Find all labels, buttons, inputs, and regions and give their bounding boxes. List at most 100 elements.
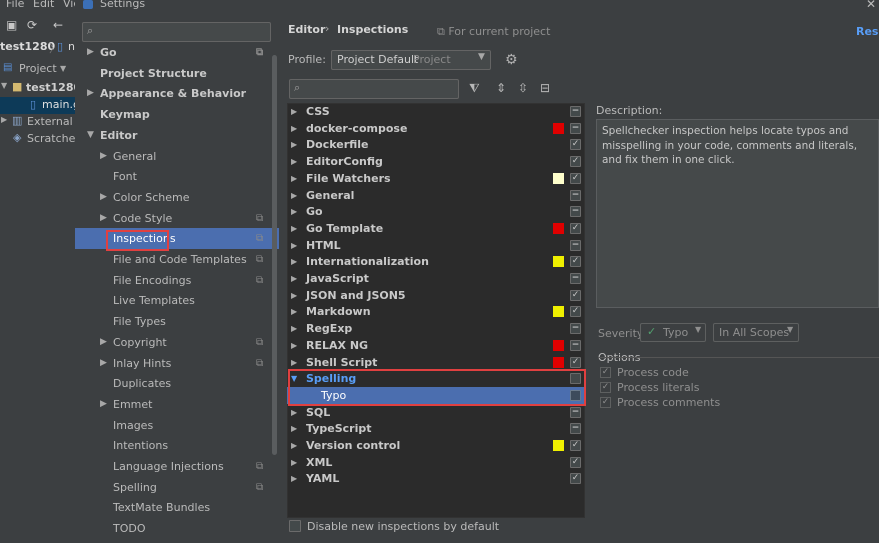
inspection-checkbox[interactable]: ✓ bbox=[570, 156, 581, 167]
inspection-css[interactable]: ▶ CSS − bbox=[287, 103, 585, 120]
settings-item-project-structure[interactable]: Project Structure bbox=[75, 63, 279, 84]
tree-item-project[interactable]: ▼ ■ test1280 bbox=[0, 80, 75, 97]
chevron-right-icon[interactable]: ▶ bbox=[291, 170, 297, 187]
inspection-internationalization[interactable]: ▶ Internationalization ✓ bbox=[287, 253, 585, 270]
inspection-typescript[interactable]: ▶ TypeScript − bbox=[287, 420, 585, 437]
settings-item-editor[interactable]: ▼ Editor bbox=[75, 125, 279, 146]
tree-item-external-libraries[interactable]: ▶ ▥ External L bbox=[0, 114, 75, 131]
chevron-right-icon[interactable]: ▶ bbox=[100, 394, 107, 415]
chevron-right-icon[interactable]: ▶ bbox=[100, 353, 107, 374]
option-checkbox[interactable]: ✓ bbox=[600, 382, 611, 393]
inspection-relax-ng[interactable]: ▶ RELAX NG − bbox=[287, 337, 585, 354]
chevron-right-icon[interactable]: ▶ bbox=[291, 270, 297, 287]
settings-item-intentions[interactable]: Intentions bbox=[75, 435, 279, 456]
sync-icon[interactable]: ⟳ bbox=[27, 18, 37, 32]
filter-icon[interactable]: ⧨ bbox=[469, 81, 480, 96]
tree-item-main-go[interactable]: ▯ main.g bbox=[0, 97, 75, 114]
chevron-right-icon[interactable]: ▶ bbox=[100, 146, 107, 167]
chevron-right-icon[interactable]: ▶ bbox=[291, 103, 297, 120]
expand-all-icon[interactable]: ⇕ bbox=[496, 81, 506, 95]
chevron-right-icon[interactable]: ▶ bbox=[291, 420, 297, 437]
reset-link[interactable]: Rese bbox=[856, 25, 879, 38]
inspection-checkbox[interactable]: ✓ bbox=[570, 457, 581, 468]
settings-item-color-scheme[interactable]: ▶ Color Scheme bbox=[75, 187, 279, 208]
settings-item-images[interactable]: Images bbox=[75, 415, 279, 436]
chevron-right-icon[interactable]: ▶ bbox=[291, 153, 297, 170]
settings-item-code-style[interactable]: ▶ Code Style ⧉ bbox=[75, 208, 279, 229]
inspection-editorconfig[interactable]: ▶ EditorConfig ✓ bbox=[287, 153, 585, 170]
menu-file[interactable]: File bbox=[6, 0, 24, 10]
inspection-checkbox[interactable]: − bbox=[570, 240, 581, 251]
inspection-file-watchers[interactable]: ▶ File Watchers ✓ bbox=[287, 170, 585, 187]
chevron-right-icon[interactable]: ▶ bbox=[291, 303, 297, 320]
settings-tree-scrollbar[interactable] bbox=[272, 55, 277, 455]
chevron-right-icon[interactable]: ▶ bbox=[291, 337, 297, 354]
chevron-right-icon[interactable]: ▶ bbox=[291, 237, 297, 254]
option-checkbox[interactable]: ✓ bbox=[600, 367, 611, 378]
chevron-right-icon[interactable]: ▶ bbox=[291, 220, 297, 237]
settings-item-emmet[interactable]: ▶ Emmet bbox=[75, 394, 279, 415]
project-tool-header[interactable]: ▤ Project ▼ bbox=[0, 61, 75, 78]
settings-item-font[interactable]: Font bbox=[75, 166, 279, 187]
chevron-right-icon[interactable]: ▶ bbox=[291, 203, 297, 220]
inspection-checkbox[interactable]: ✓ bbox=[570, 223, 581, 234]
chevron-right-icon[interactable]: ▶ bbox=[100, 208, 107, 229]
menu-view[interactable]: Vie bbox=[63, 0, 75, 10]
reset-to-empty-icon[interactable]: ⊟ bbox=[540, 81, 550, 95]
chevron-right-icon[interactable]: ▶ bbox=[291, 320, 297, 337]
inspection-checkbox[interactable]: ✓ bbox=[570, 357, 581, 368]
inspection-regexp[interactable]: ▶ RegExp − bbox=[287, 320, 585, 337]
breadcrumb-project[interactable]: test1280 bbox=[0, 40, 55, 53]
inspection-checkbox[interactable]: − bbox=[570, 423, 581, 434]
inspection-checkbox[interactable]: − bbox=[570, 273, 581, 284]
tree-item-scratches[interactable]: ◈ Scratches bbox=[0, 131, 75, 148]
back-icon[interactable]: ← bbox=[53, 18, 63, 32]
menu-edit[interactable]: Edit bbox=[33, 0, 54, 10]
chevron-right-icon[interactable]: ▶ bbox=[291, 253, 297, 270]
inspection-json-and-json5[interactable]: ▶ JSON and JSON5 ✓ bbox=[287, 287, 585, 304]
settings-item-todo[interactable]: TODO bbox=[75, 518, 279, 539]
inspection-checkbox[interactable]: ✓ bbox=[570, 139, 581, 150]
disable-new-inspections-checkbox[interactable] bbox=[289, 520, 301, 532]
chevron-right-icon[interactable]: ▶ bbox=[291, 287, 297, 304]
settings-search-input[interactable]: ⌕ bbox=[82, 22, 271, 42]
inspection-go-template[interactable]: ▶ Go Template ✓ bbox=[287, 220, 585, 237]
profile-select[interactable]: Project Default Project ▼ bbox=[331, 50, 491, 70]
inspection-javascript[interactable]: ▶ JavaScript − bbox=[287, 270, 585, 287]
inspection-checkbox[interactable]: ✓ bbox=[570, 440, 581, 451]
settings-item-copyright[interactable]: ▶ Copyright ⧉ bbox=[75, 332, 279, 353]
collapse-all-icon[interactable]: ⇳ bbox=[518, 81, 528, 95]
inspection-checkbox[interactable]: ✓ bbox=[570, 306, 581, 317]
settings-item-appearance-behavior[interactable]: ▶ Appearance & Behavior bbox=[75, 83, 279, 104]
inspections-search-input[interactable]: ⌕ bbox=[289, 79, 459, 99]
chevron-right-icon[interactable]: ▶ bbox=[87, 83, 94, 104]
inspection-sql[interactable]: ▶ SQL − bbox=[287, 404, 585, 421]
settings-item-general[interactable]: ▶ General bbox=[75, 146, 279, 167]
settings-item-keymap[interactable]: Keymap bbox=[75, 104, 279, 125]
severity-select[interactable]: ✓ Typo ▼ bbox=[640, 323, 706, 342]
settings-item-spelling[interactable]: Spelling ⧉ bbox=[75, 477, 279, 498]
chevron-right-icon[interactable]: ▶ bbox=[291, 187, 297, 204]
inspection-dockerfile[interactable]: ▶ Dockerfile ✓ bbox=[287, 136, 585, 153]
chevron-right-icon[interactable]: ▶ bbox=[291, 404, 297, 421]
inspection-checkbox[interactable]: − bbox=[570, 340, 581, 351]
settings-item-inlay-hints[interactable]: ▶ Inlay Hints ⧉ bbox=[75, 353, 279, 374]
inspection-version-control[interactable]: ▶ Version control ✓ bbox=[287, 437, 585, 454]
chevron-right-icon[interactable]: ▶ bbox=[100, 332, 107, 353]
gear-icon[interactable]: ⚙ bbox=[505, 52, 518, 68]
inspection-checkbox[interactable]: ✓ bbox=[570, 173, 581, 184]
breadcrumb-file[interactable]: n bbox=[68, 40, 75, 53]
inspection-xml[interactable]: ▶ XML ✓ bbox=[287, 454, 585, 471]
option-checkbox[interactable]: ✓ bbox=[600, 397, 611, 408]
settings-item-live-templates[interactable]: Live Templates bbox=[75, 290, 279, 311]
settings-item-language-injections[interactable]: Language Injections ⧉ bbox=[75, 456, 279, 477]
settings-item-file-and-code-templates[interactable]: File and Code Templates ⧉ bbox=[75, 249, 279, 270]
settings-item-textmate-bundles[interactable]: TextMate Bundles bbox=[75, 497, 279, 518]
inspection-yaml[interactable]: ▶ YAML ✓ bbox=[287, 470, 585, 487]
inspection-markdown[interactable]: ▶ Markdown ✓ bbox=[287, 303, 585, 320]
settings-item-file-types[interactable]: File Types bbox=[75, 311, 279, 332]
settings-item-duplicates[interactable]: Duplicates bbox=[75, 373, 279, 394]
settings-item-file-encodings[interactable]: File Encodings ⧉ bbox=[75, 270, 279, 291]
inspection-checkbox[interactable]: − bbox=[570, 206, 581, 217]
settings-item-go[interactable]: ▶ Go ⧉ bbox=[75, 42, 279, 63]
